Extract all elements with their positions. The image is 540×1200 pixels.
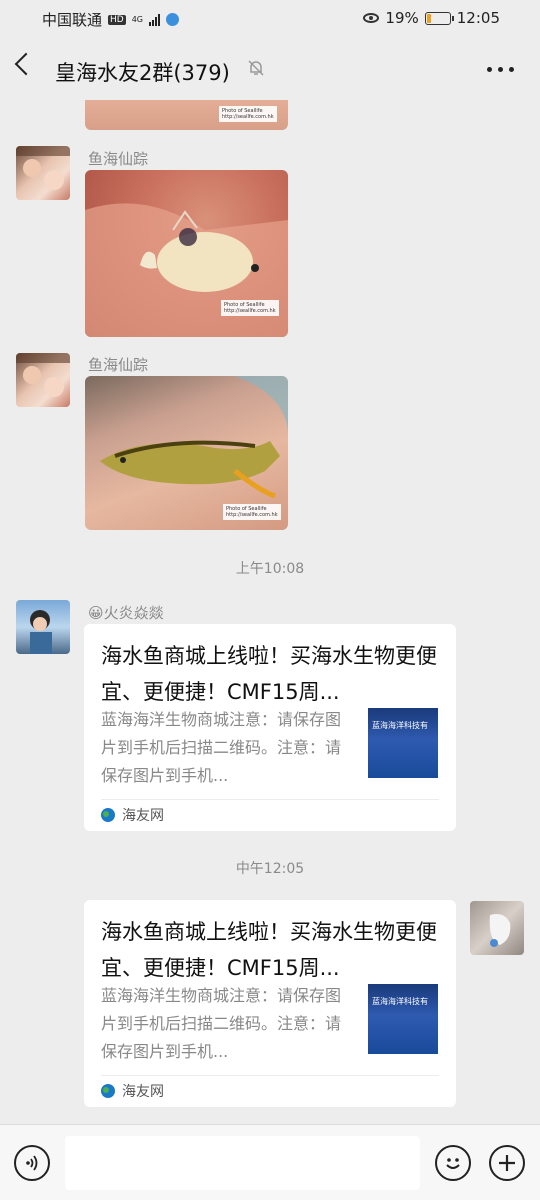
link-card[interactable]: 海水鱼商城上线啦！买海水生物更便宜、更便捷！CMF15周... 蓝海海洋生物商城…	[84, 900, 456, 1107]
plus-icon[interactable]	[489, 1145, 525, 1181]
status-bar: 中国联通 HD 4G 19% 12:05	[0, 0, 540, 36]
mute-bell-icon	[248, 60, 264, 76]
input-bar	[0, 1124, 540, 1200]
signal-icon	[149, 13, 161, 26]
chat-area[interactable]: Photo of Seallife http://seallfe.com.hk 鱼…	[0, 100, 540, 1124]
avatar[interactable]	[16, 146, 70, 200]
photo-watermark: Photo of Seallife http://seallfe.com.hk	[221, 300, 279, 316]
my-avatar[interactable]	[470, 901, 524, 955]
timestamp: 上午10:08	[235, 561, 305, 577]
link-card-thumbnail: 蓝海海洋科技有	[368, 708, 438, 778]
source-logo-icon	[101, 808, 115, 822]
chat-title: 皇海水友2群(379)	[55, 61, 230, 85]
eye-comfort-icon	[363, 13, 380, 23]
voice-icon[interactable]	[14, 1145, 50, 1181]
link-card-thumbnail: 蓝海海洋科技有	[368, 984, 438, 1054]
clock: 12:05	[456, 9, 500, 27]
avatar[interactable]	[16, 353, 70, 407]
link-card-title: 海水鱼商城上线啦！买海水生物更便宜、更便捷！CMF15周...	[101, 920, 437, 980]
source-logo-icon	[101, 1084, 115, 1098]
message-input[interactable]	[65, 1136, 420, 1190]
network-type: 4G	[131, 14, 144, 24]
link-card-source: 海友网	[101, 805, 164, 825]
emoji-icon[interactable]	[435, 1145, 471, 1181]
link-card[interactable]: 海水鱼商城上线啦！买海水生物更便宜、更便捷！CMF15周... 蓝海海洋生物商城…	[84, 624, 456, 831]
battery-percent: 19%	[385, 9, 419, 27]
link-card-description: 蓝海海洋生物商城注意：请保存图片到手机后扫描二维码。注意：请保存图片到手机...	[101, 986, 342, 1061]
battery-icon	[424, 11, 454, 25]
chat-header: 皇海水友2群(379)	[0, 38, 540, 100]
sender-name: 鱼海仙踪	[88, 356, 149, 374]
fish-photo-message[interactable]: Photo of Seallife http://seallfe.com.hk	[85, 170, 288, 337]
timestamp: 中午12:05	[235, 861, 305, 877]
more-dots-icon[interactable]	[487, 67, 514, 72]
divider	[101, 1075, 439, 1076]
image-message-partial[interactable]: Photo of Seallife http://seallfe.com.hk	[85, 100, 288, 130]
sender-name: 鱼海仙踪	[88, 150, 149, 168]
fish-photo-message[interactable]: Photo of Seallife http://seallfe.com.hk	[85, 376, 288, 530]
link-card-source: 海友网	[101, 1081, 164, 1101]
link-card-description: 蓝海海洋生物商城注意：请保存图片到手机后扫描二维码。注意：请保存图片到手机...	[101, 710, 342, 785]
photo-watermark: Photo of Seallife http://seallfe.com.hk	[219, 106, 277, 122]
carrier-label: 中国联通	[42, 11, 103, 29]
divider	[101, 799, 439, 800]
app-notification-icon	[166, 13, 180, 26]
back-arrow-icon[interactable]	[14, 52, 38, 76]
hd-badge: HD	[108, 14, 126, 25]
avatar[interactable]	[16, 600, 70, 654]
sender-name: 😀火炎焱燚	[88, 604, 164, 622]
photo-watermark: Photo of Seallife http://seallfe.com.hk	[223, 504, 281, 520]
link-card-title: 海水鱼商城上线啦！买海水生物更便宜、更便捷！CMF15周...	[101, 644, 437, 704]
